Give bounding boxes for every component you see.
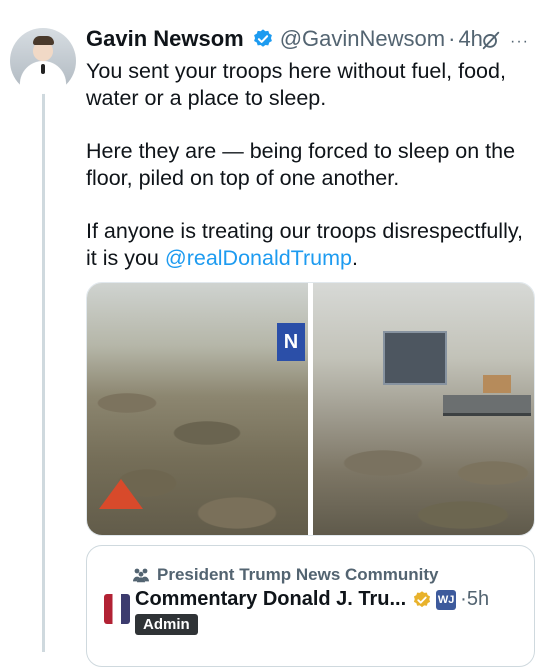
separator-dot: · — [448, 26, 456, 51]
grok-icon[interactable] — [480, 29, 502, 51]
photo-troops-sleeping-2[interactable] — [313, 283, 534, 535]
affiliate-badge: WJ — [436, 589, 457, 610]
quoted-author-avatar[interactable] — [104, 594, 130, 624]
thread-line — [42, 92, 45, 652]
box — [483, 375, 511, 393]
tweet-text: You sent your troops here without fuel, … — [86, 58, 536, 298]
verified-gold-badge-icon — [414, 590, 431, 607]
xray-machine — [383, 331, 447, 385]
warning-triangle — [99, 479, 143, 509]
community-name: President Trump News Community — [157, 565, 439, 584]
tweet-paragraph-1: You sent your troops here without fuel, … — [86, 59, 506, 110]
quoted-post-header: Commentary Donald J. Tru... WJ · 5h — [135, 588, 489, 611]
verified-badge-icon — [253, 29, 272, 47]
table — [443, 395, 531, 416]
photo-troops-sleeping-1[interactable]: N — [87, 283, 308, 535]
admin-badge: Admin — [135, 614, 198, 635]
avatar[interactable] — [10, 28, 76, 94]
quoted-separator-dot: · — [460, 588, 467, 610]
mention-link[interactable]: @realDonaldTrump — [165, 246, 352, 270]
quoted-post-card[interactable]: President Trump News Community Commentar… — [86, 545, 535, 667]
author-name[interactable]: Gavin Newsom — [86, 26, 244, 52]
community-label[interactable]: President Trump News Community — [131, 565, 439, 585]
tweet-paragraph-3: If anyone is treating our troops disresp… — [86, 219, 523, 270]
media-grid: N — [86, 282, 535, 536]
community-icon — [133, 568, 149, 583]
photo-sign: N — [277, 323, 305, 361]
tweet-header: Gavin Newsom @GavinNewsom · 4h — [86, 25, 536, 53]
author-handle[interactable]: @GavinNewsom — [280, 26, 445, 52]
tweet-paragraph-2: Here they are — being forced to sleep on… — [86, 139, 516, 190]
quoted-author-name[interactable]: Commentary Donald J. Tru... — [135, 588, 406, 611]
quoted-post-time[interactable]: 5h — [467, 588, 489, 611]
more-options-icon[interactable]: ··· — [510, 33, 529, 51]
